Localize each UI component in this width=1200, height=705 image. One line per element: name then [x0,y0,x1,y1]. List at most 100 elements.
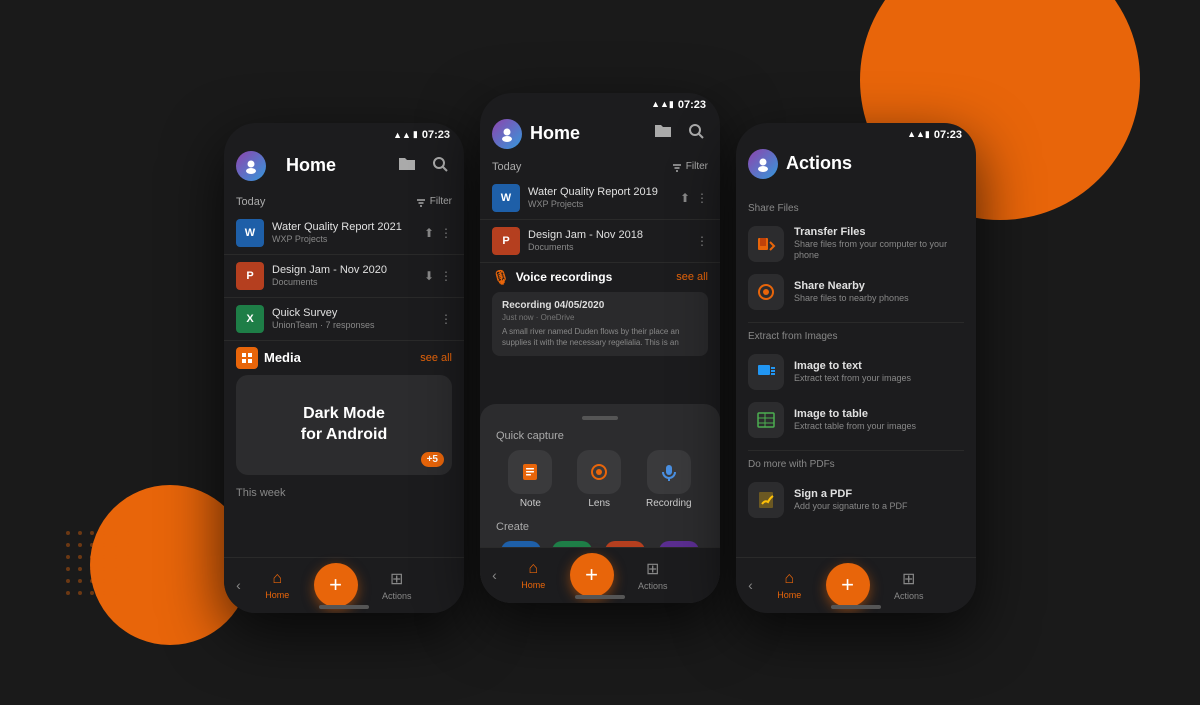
avatar-left [236,151,266,181]
actions-icon-center: ⊞ [646,559,659,579]
phones-container: ▲▲ ▮ 07:23 Home Today Filter [224,93,976,613]
media-section-left: Media see all Dark Modefor Android +5 [224,341,464,481]
center-more-icon-2[interactable]: ⋮ [696,234,708,248]
media-see-all-left[interactable]: see all [420,352,452,364]
divider-2 [748,450,964,451]
pdf-label: Do more with PDFs [748,459,964,470]
nav-fab-center[interactable]: + [570,553,614,597]
center-upload-icon-1[interactable]: ⬆ [680,191,690,205]
nav-fab-left[interactable]: + [314,563,358,607]
share-nearby-name: Share Nearby [794,280,964,292]
mic-icon: 🎙 [492,269,510,286]
folder-icon-left[interactable] [394,154,420,179]
nav-fab-right[interactable]: + [826,563,870,607]
quick-capture-recording[interactable]: Recording [646,450,692,509]
nav-home-left[interactable]: ⌂ Home [265,570,289,600]
excel-icon-3: X [236,305,264,333]
sign-pdf-info: Sign a PDF Add your signature to a PDF [794,488,964,513]
lens-icon-circle [577,450,621,494]
nav-actions-right[interactable]: ⊞ Actions [894,569,924,601]
transfer-files-name: Transfer Files [794,226,964,238]
phone-left: ▲▲ ▮ 07:23 Home Today Filter [224,123,464,613]
sheet-handle [582,416,618,420]
file-item-2: P Design Jam - Nov 2020 Documents ⬇ ⋮ [224,255,464,298]
center-file-info-2: Design Jam - Nov 2018 Documents [528,229,688,252]
voice-section: 🎙 Voice recordings see all Recording 04/… [480,263,720,360]
status-bar-right: ▲▲▮ 07:23 [736,123,976,143]
more-icon-3[interactable]: ⋮ [440,312,452,326]
phone-right: ▲▲▮ 07:23 Actions Share Files Transfer F… [736,123,976,613]
status-time-right: 07:23 [934,129,962,141]
transfer-files-desc: Share files from your computer to your p… [794,239,964,262]
home-title-left: Home [274,149,386,184]
media-title-left: Media [236,347,301,369]
status-icons-center: ▲▲▮ [651,99,674,110]
voice-card-body: A small river named Duden flows by their… [502,326,698,348]
center-file-sub-1: WXP Projects [528,199,672,209]
home-title-center: Home [530,123,642,144]
phone-indicator-right [831,605,881,609]
back-arrow-center[interactable]: ‹ [492,567,497,583]
image-to-table-item[interactable]: Image to table Extract table from your i… [748,396,964,444]
media-card-left[interactable]: Dark Modefor Android +5 [236,375,452,475]
share-nearby-info: Share Nearby Share files to nearby phone… [794,280,964,305]
more-icon-2[interactable]: ⋮ [440,269,452,283]
nav-actions-center[interactable]: ⊞ Actions [638,559,668,591]
this-week-label-left: This week [224,481,464,501]
center-file-1: W Water Quality Report 2019 WXP Projects… [480,177,720,220]
nav-home-center[interactable]: ⌂ Home [521,560,545,590]
search-icon-left[interactable] [428,154,452,179]
status-time-left: 07:23 [422,129,450,141]
voice-card[interactable]: Recording 04/05/2020 Just now · OneDrive… [492,292,708,356]
status-bar-left: ▲▲ ▮ 07:23 [224,123,464,143]
image-to-table-desc: Extract table from your images [794,421,964,433]
search-icon-center[interactable] [684,121,708,146]
transfer-files-item[interactable]: Transfer Files Share files from your com… [748,220,964,268]
folder-icon-center[interactable] [650,121,676,146]
filter-btn-left[interactable]: Filter [416,196,452,207]
image-to-text-name: Image to text [794,360,964,372]
quick-capture-note[interactable]: Note [508,450,552,509]
filter-btn-center[interactable]: Filter [672,161,708,172]
transfer-files-info: Transfer Files Share files from your com… [794,226,964,262]
sign-pdf-name: Sign a PDF [794,488,964,500]
share-nearby-item[interactable]: Share Nearby Share files to nearby phone… [748,268,964,316]
recording-icon-circle [647,450,691,494]
sign-pdf-icon-box [748,482,784,518]
note-icon-circle [508,450,552,494]
file-name-2: Design Jam - Nov 2020 [272,264,416,276]
media-card-text-left: Dark Modefor Android [301,404,388,446]
image-to-text-desc: Extract text from your images [794,373,964,385]
actions-title-right: Actions [786,153,964,174]
status-icons-right: ▲▲▮ [907,129,930,140]
center-file-info-1: Water Quality Report 2019 WXP Projects [528,186,672,209]
voice-see-all[interactable]: see all [676,271,708,283]
upload-icon-1[interactable]: ⬆ [424,226,434,240]
sign-pdf-item[interactable]: Sign a PDF Add your signature to a PDF [748,476,964,524]
center-more-icon-1[interactable]: ⋮ [696,191,708,205]
back-arrow-left[interactable]: ‹ [236,577,241,593]
nav-home-right[interactable]: ⌂ Home [777,570,801,600]
avatar-center [492,119,522,149]
back-arrow-right[interactable]: ‹ [748,577,753,593]
quick-capture-lens[interactable]: Lens [577,450,621,509]
bg-dots-left [60,525,140,605]
nav-actions-left[interactable]: ⊞ Actions [382,569,412,601]
voice-card-sub: Just now · OneDrive [502,313,698,322]
sign-pdf-desc: Add your signature to a PDF [794,501,964,513]
actions-icon-left: ⊞ [390,569,403,589]
note-label: Note [520,498,541,509]
file-name-3: Quick Survey [272,307,432,319]
save-icon-2[interactable]: ⬇ [424,269,434,283]
more-icon-1[interactable]: ⋮ [440,226,452,240]
file-info-3: Quick Survey UnionTeam · 7 responses [272,307,432,330]
image-to-text-icon-box [748,354,784,390]
image-to-table-info: Image to table Extract table from your i… [794,408,964,433]
image-to-text-item[interactable]: Image to text Extract text from your ima… [748,348,964,396]
file-actions-2: ⬇ ⋮ [424,269,452,283]
media-badge-left: +5 [421,452,444,467]
app-header-right: Actions [736,143,976,187]
voice-title: 🎙 Voice recordings [492,269,612,286]
share-nearby-desc: Share files to nearby phones [794,293,964,305]
recording-label: Recording [646,498,692,509]
